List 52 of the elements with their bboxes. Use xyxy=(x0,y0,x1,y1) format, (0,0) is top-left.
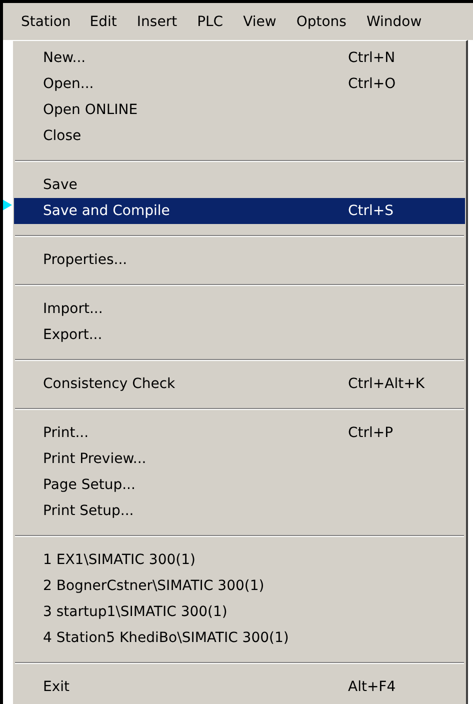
menu-item[interactable]: Properties... xyxy=(14,247,465,273)
menu-item[interactable]: Open... Ctrl+O xyxy=(14,71,465,97)
menu-item[interactable]: Print Preview... xyxy=(14,446,465,472)
menu-item-label: 1 EX1\SIMATIC 300(1) xyxy=(43,552,196,568)
menu-item-label: Import... xyxy=(43,301,104,317)
shortcut-label: Ctrl+N xyxy=(348,50,396,66)
menu-item[interactable]: Print Setup... xyxy=(14,498,465,524)
menu-item[interactable]: Exit Alt+F4 xyxy=(14,674,465,700)
menu-bar-item[interactable]: View xyxy=(234,6,286,38)
menu-item-label: Export... xyxy=(43,327,104,343)
menu-item[interactable]: Save and Compile Ctrl+S xyxy=(14,198,465,224)
menu-item[interactable]: Import... xyxy=(14,296,465,322)
menu-item[interactable]: Print... Ctrl+P xyxy=(14,420,465,446)
pointer-icon xyxy=(3,198,12,212)
menu-bar-item[interactable]: Edit xyxy=(80,6,126,38)
menu-item-label: New... xyxy=(43,50,87,66)
menu-item[interactable]: 3 startup1\SIMATIC 300(1) xyxy=(14,599,465,625)
menu-item[interactable]: 1 EX1\SIMATIC 300(1) xyxy=(14,547,465,573)
menu-item-label: Save xyxy=(43,177,78,193)
menu-item-label: Properties... xyxy=(43,252,128,268)
menu-item-label: 4 Station5 KhediBo\SIMATIC 300(1) xyxy=(43,630,290,646)
menu-item-label: Consistency Check xyxy=(43,376,176,392)
shortcut-label: Ctrl+Alt+K xyxy=(348,376,426,392)
shortcut-label: Ctrl+O xyxy=(348,76,397,92)
menu-item-label: Open ONLINE xyxy=(43,102,139,118)
menu-item-label: Exit xyxy=(43,679,71,695)
menu-item-label: Open... xyxy=(43,76,95,92)
shortcut-label: Ctrl+S xyxy=(348,203,395,219)
menu-item[interactable]: New... Ctrl+N xyxy=(14,45,465,71)
menu-item[interactable]: Open ONLINE xyxy=(14,97,465,123)
menu-item-label: Close xyxy=(43,128,82,144)
menu-bar-item[interactable]: Window xyxy=(357,6,431,38)
shortcut-label: Alt+F4 xyxy=(348,679,397,695)
menu-bar-item[interactable]: Station xyxy=(13,6,79,36)
menu-item[interactable]: 2 BognerCstner\SIMATIC 300(1) xyxy=(14,573,465,599)
menu-bar-item[interactable]: Insert xyxy=(128,6,186,38)
menu-bar-item[interactable]: Optons xyxy=(287,6,356,38)
menu-item[interactable]: Save xyxy=(14,172,465,198)
menu-bar-item[interactable]: PLC xyxy=(188,6,232,38)
shortcut-label: Ctrl+P xyxy=(348,425,394,441)
menu-item[interactable]: Export... xyxy=(14,322,465,348)
menu-item-label: 2 BognerCstner\SIMATIC 300(1) xyxy=(43,578,266,594)
menu-item[interactable]: Close xyxy=(14,123,465,149)
menu-item[interactable]: 4 Station5 KhediBo\SIMATIC 300(1) xyxy=(14,625,465,651)
menu-item-label: Print Setup... xyxy=(43,503,135,519)
menu-item[interactable]: Consistency Check Ctrl+Alt+K xyxy=(14,371,465,397)
menu-item-label: Save and Compile xyxy=(43,203,171,219)
menu-item-label: Page Setup... xyxy=(43,477,136,493)
menu-item-label: 3 startup1\SIMATIC 300(1) xyxy=(43,604,228,620)
menu-item-label: Print... xyxy=(43,425,90,441)
menu-item[interactable]: Page Setup... xyxy=(14,472,465,498)
menu-item-label: Print Preview... xyxy=(43,451,148,467)
